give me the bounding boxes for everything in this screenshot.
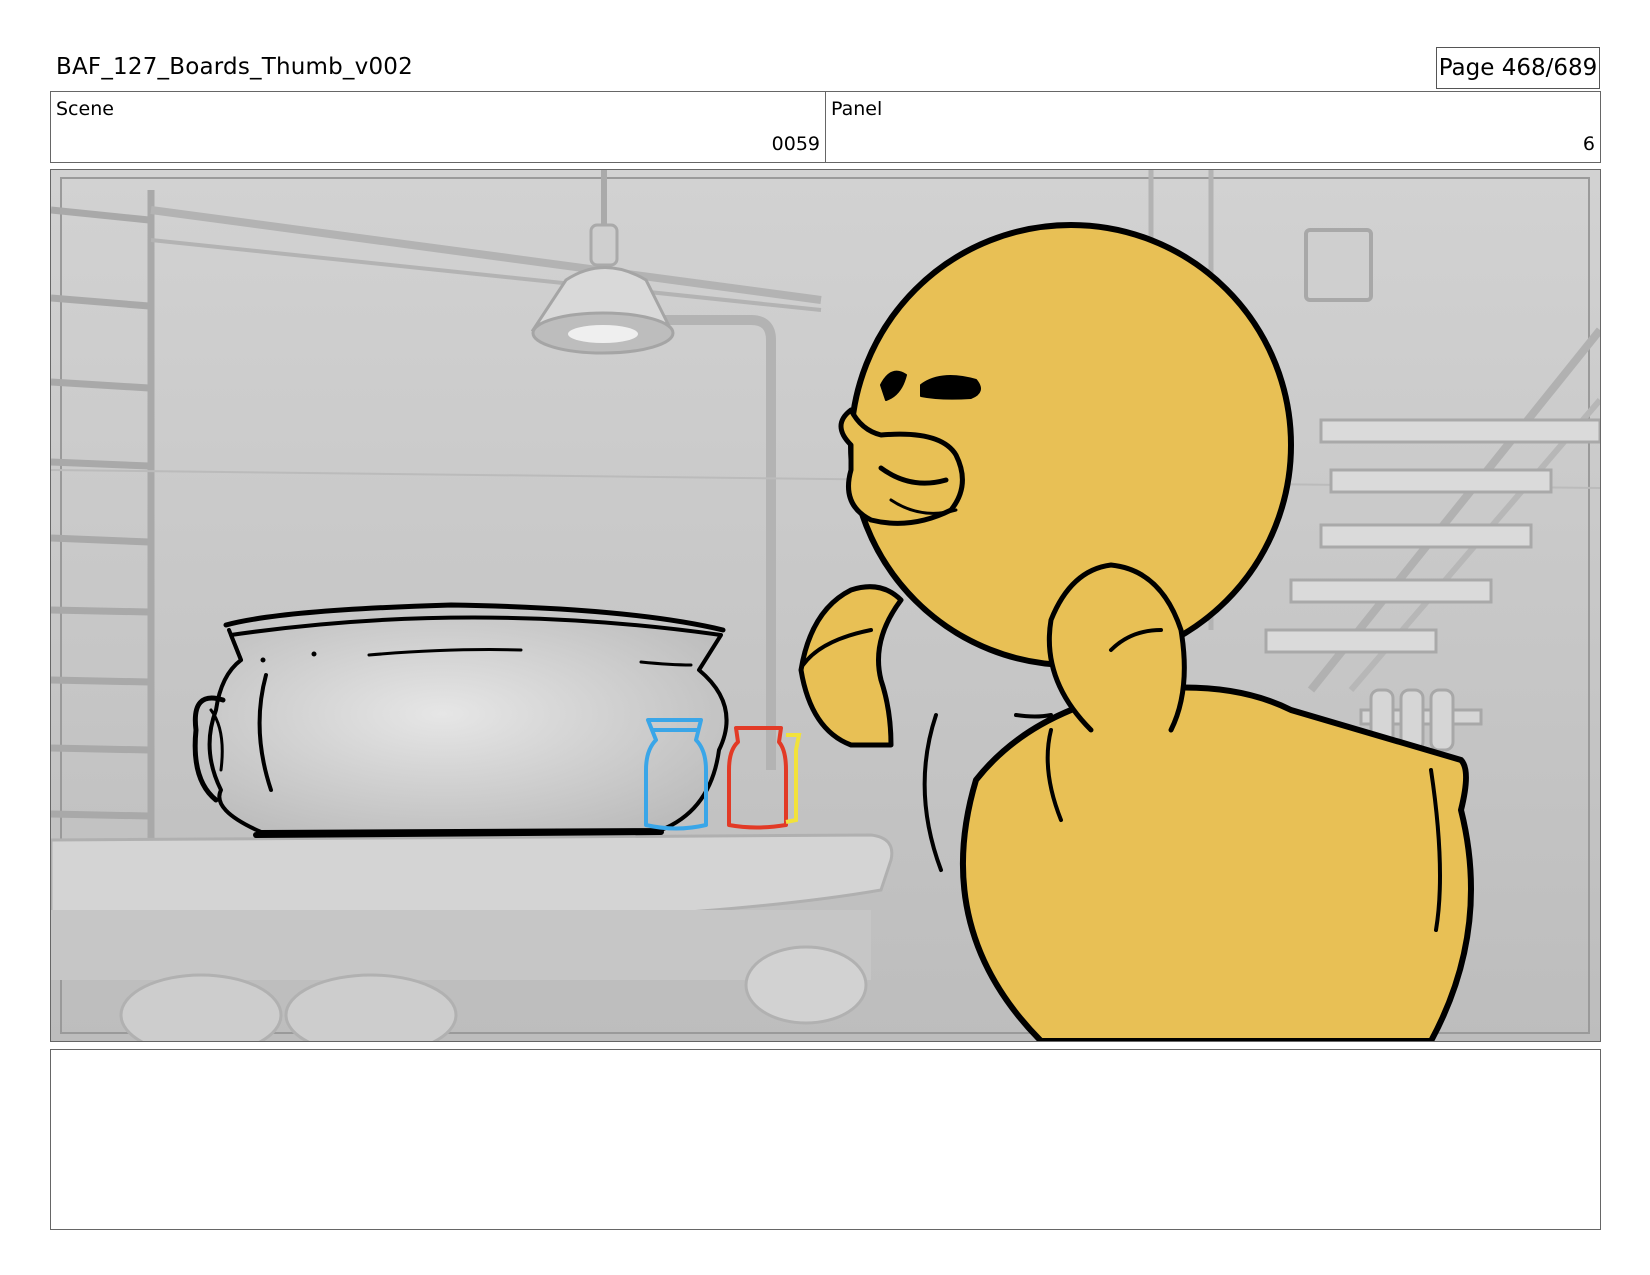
wall-plate: [1304, 228, 1373, 302]
page-indicator: Page 468/689: [1436, 47, 1600, 89]
scene-cell: Scene 0059: [51, 92, 825, 162]
document-title: BAF_127_Boards_Thumb_v002: [56, 54, 413, 80]
panel-cell: Panel 6: [825, 92, 1600, 162]
scene-value: 0059: [771, 133, 820, 155]
scene-label: Scene: [56, 98, 114, 120]
notes-box: [50, 1049, 1601, 1230]
info-row: Scene 0059 Panel 6: [50, 91, 1601, 163]
panel-label: Panel: [831, 98, 883, 120]
panel-value: 6: [1582, 133, 1595, 155]
storyboard-panel: [50, 169, 1601, 1042]
panel-drawing: [51, 170, 1600, 1041]
